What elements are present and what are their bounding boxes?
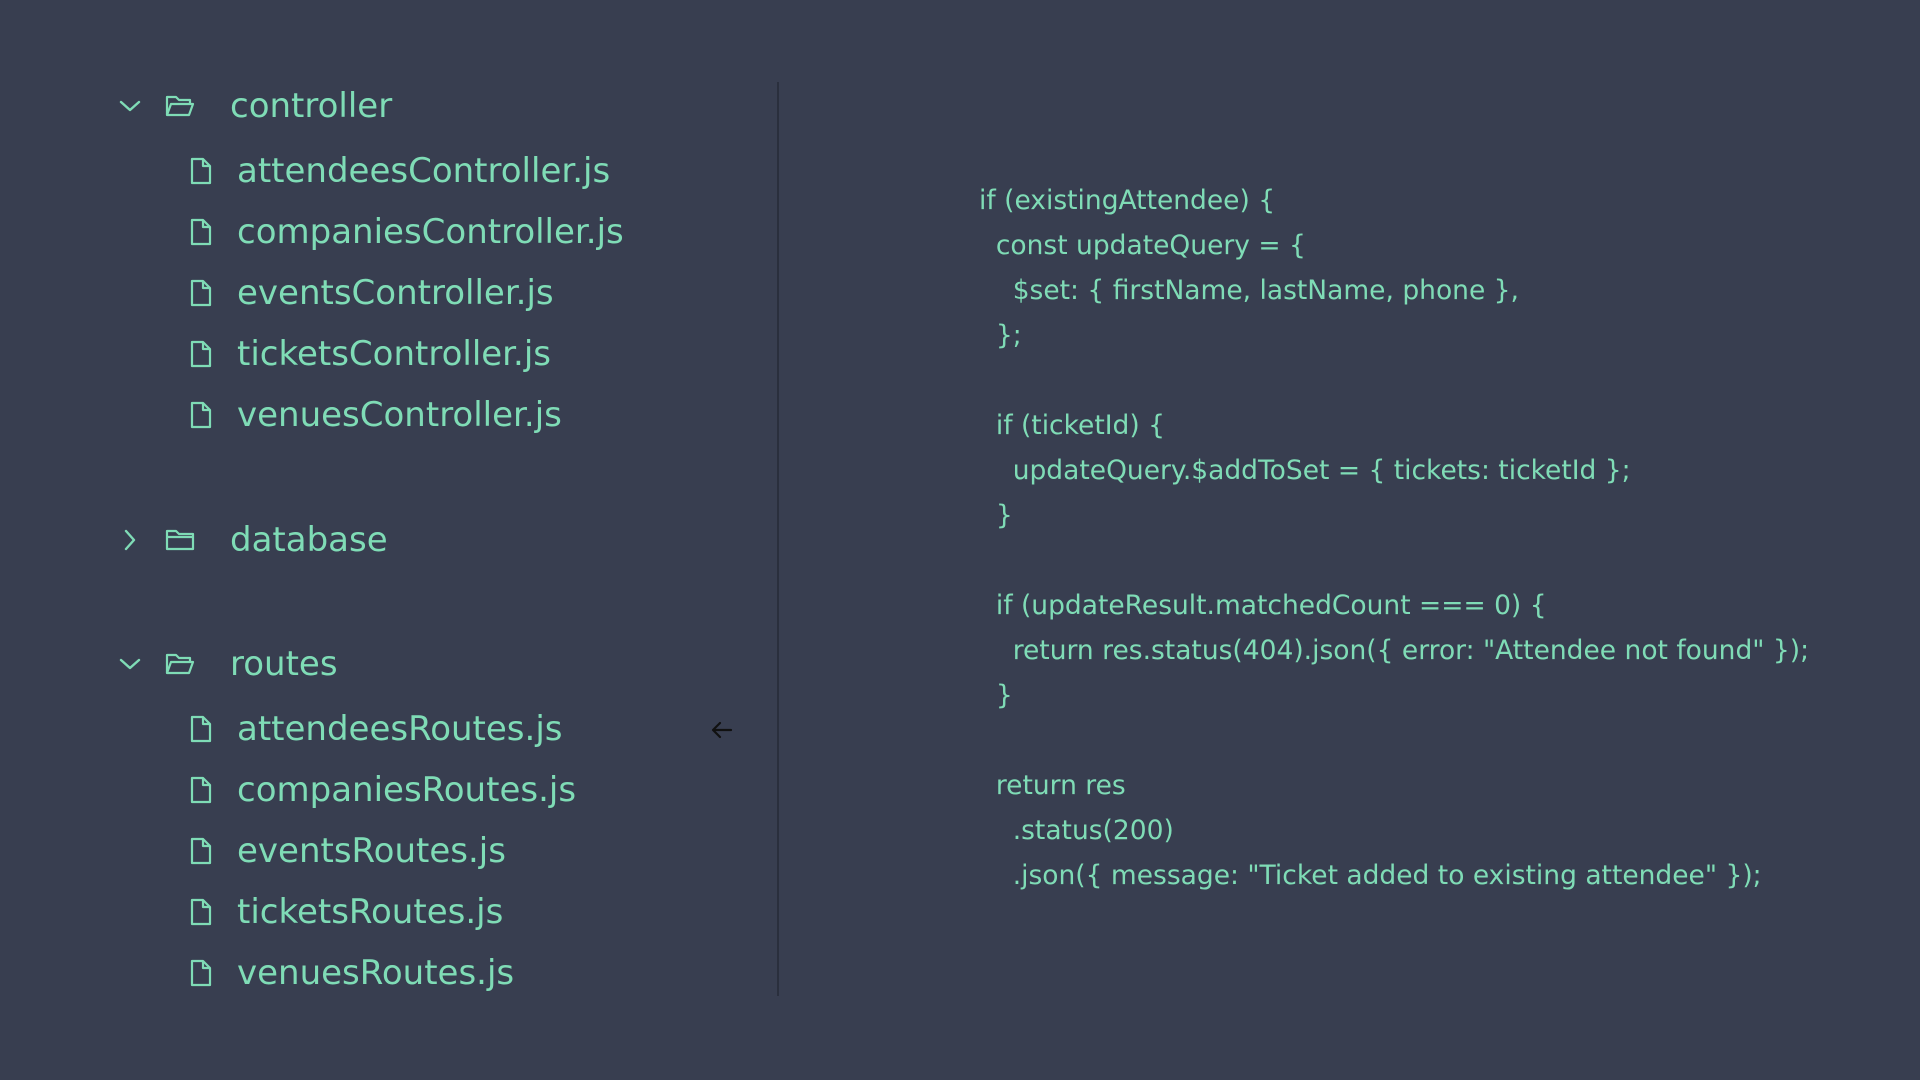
- arrow-left-icon: [710, 718, 734, 742]
- file-icon: [186, 833, 216, 869]
- code-line: .status(200): [979, 815, 1174, 846]
- code-line: }: [979, 500, 1013, 531]
- file-item-tickets-controller[interactable]: ticketsController.js: [186, 332, 551, 376]
- folder-controller[interactable]: controller: [112, 84, 392, 128]
- folder-database[interactable]: database: [112, 518, 388, 562]
- file-icon: [186, 711, 216, 747]
- code-line: };: [979, 320, 1022, 351]
- file-icon: [186, 214, 216, 250]
- file-explorer: controller attendeesController.js compan…: [0, 0, 778, 1080]
- file-icon: [186, 894, 216, 930]
- file-label: ticketsController.js: [237, 334, 552, 374]
- folder-closed-icon: [162, 522, 198, 558]
- app-frame: controller attendeesController.js compan…: [0, 0, 1920, 1080]
- file-label: eventsRoutes.js: [237, 831, 506, 871]
- file-item-attendees-controller[interactable]: attendeesController.js: [186, 149, 610, 193]
- file-item-attendees-routes[interactable]: attendeesRoutes.js: [186, 707, 562, 751]
- folder-label-routes: routes: [230, 644, 338, 684]
- code-line: $set: { firstName, lastName, phone },: [979, 275, 1519, 306]
- folder-label-controller: controller: [230, 86, 393, 126]
- file-icon: [186, 153, 216, 189]
- file-icon: [186, 772, 216, 808]
- file-icon: [186, 955, 216, 991]
- file-label: attendeesRoutes.js: [237, 709, 563, 749]
- pane-divider[interactable]: [777, 82, 779, 996]
- file-item-events-controller[interactable]: eventsController.js: [186, 271, 554, 315]
- code-line: return res: [979, 770, 1126, 801]
- folder-open-icon: [162, 88, 198, 124]
- code-line: }: [979, 680, 1013, 711]
- code-line: return res.status(404).json({ error: "At…: [979, 635, 1810, 666]
- code-line: if (updateResult.matchedCount === 0) {: [979, 590, 1547, 621]
- file-label: venuesRoutes.js: [237, 953, 515, 993]
- file-label: attendeesController.js: [237, 151, 611, 191]
- code-line: const updateQuery = {: [979, 230, 1306, 261]
- code-line: updateQuery.$addToSet = { tickets: ticke…: [979, 455, 1631, 486]
- file-item-venues-controller[interactable]: venuesController.js: [186, 393, 562, 437]
- folder-label-database: database: [230, 520, 388, 560]
- chevron-right-icon[interactable]: [112, 522, 148, 558]
- file-label: companiesController.js: [237, 212, 624, 252]
- file-item-events-routes[interactable]: eventsRoutes.js: [186, 829, 506, 873]
- file-item-companies-controller[interactable]: companiesController.js: [186, 210, 624, 254]
- code-line: if (existingAttendee) {: [979, 185, 1276, 216]
- file-icon: [186, 336, 216, 372]
- code-line: .json({ message: "Ticket added to existi…: [979, 860, 1762, 891]
- file-label: eventsController.js: [237, 273, 554, 313]
- file-label: companiesRoutes.js: [237, 770, 577, 810]
- chevron-down-icon[interactable]: [112, 646, 148, 682]
- file-item-companies-routes[interactable]: companiesRoutes.js: [186, 768, 576, 812]
- file-label: ticketsRoutes.js: [237, 892, 504, 932]
- file-item-tickets-routes[interactable]: ticketsRoutes.js: [186, 890, 503, 934]
- folder-open-icon: [162, 646, 198, 682]
- code-line: if (ticketId) {: [979, 410, 1165, 441]
- file-label: venuesController.js: [237, 395, 562, 435]
- file-icon: [186, 397, 216, 433]
- code-editor[interactable]: if (existingAttendee) { const updateQuer…: [979, 178, 1879, 898]
- chevron-down-icon[interactable]: [112, 88, 148, 124]
- folder-routes[interactable]: routes: [112, 642, 338, 686]
- file-item-venues-routes[interactable]: venuesRoutes.js: [186, 951, 514, 995]
- file-icon: [186, 275, 216, 311]
